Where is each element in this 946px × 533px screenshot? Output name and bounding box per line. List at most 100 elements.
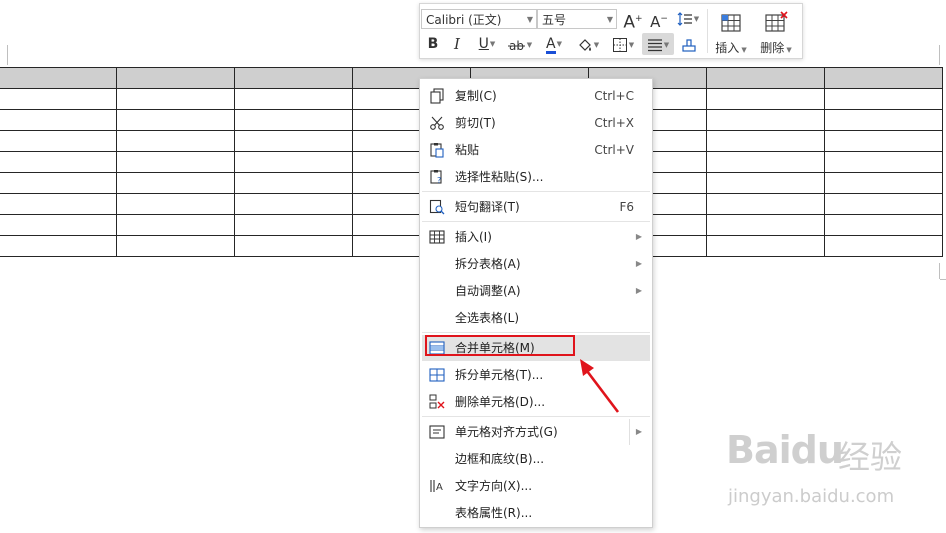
menu-label: 删除单元格(D)... <box>455 395 546 409</box>
menu-item-translate[interactable]: 短句翻译(T) F6 <box>422 194 650 220</box>
table-cell[interactable] <box>116 151 235 173</box>
svg-text:?: ? <box>437 176 441 185</box>
menu-separator <box>422 191 650 192</box>
table-cell[interactable] <box>116 109 235 131</box>
bold-button[interactable]: B <box>424 33 442 55</box>
table-cell[interactable] <box>706 67 825 89</box>
watermark-logo: Baidu <box>726 428 844 472</box>
strikethrough-icon: ab <box>507 39 525 53</box>
menu-item-text-direction[interactable]: A 文字方向(X)... <box>422 473 650 499</box>
table-cell[interactable] <box>0 235 117 257</box>
menu-item-cell-alignment[interactable]: 单元格对齐方式(G) ▶ <box>422 419 650 445</box>
table-cell[interactable] <box>706 235 825 257</box>
underline-button[interactable]: U▼ <box>472 33 502 55</box>
table-cell[interactable] <box>116 172 235 194</box>
table-cell[interactable] <box>706 214 825 236</box>
table-cell[interactable] <box>234 235 353 257</box>
table-insert-icon <box>429 230 445 244</box>
table-cell[interactable] <box>234 109 353 131</box>
font-size-select[interactable]: 五号 ▼ <box>537 9 617 29</box>
table-cell[interactable] <box>706 193 825 215</box>
table-cell[interactable] <box>0 193 117 215</box>
table-cell[interactable] <box>706 109 825 131</box>
menu-label: 拆分表格(A) <box>455 257 521 271</box>
line-spacing-button[interactable]: ▼ <box>673 7 703 29</box>
strikethrough-button[interactable]: ab ▼ <box>505 33 535 55</box>
cut-icon <box>430 116 444 130</box>
menu-item-insert[interactable]: 插入(I) ▶ <box>422 224 650 250</box>
table-cell[interactable] <box>706 151 825 173</box>
delete-button[interactable]: 删除 ▼ <box>757 9 795 55</box>
table-cell[interactable] <box>0 88 117 110</box>
table-cell[interactable] <box>116 193 235 215</box>
menu-item-table-properties[interactable]: 表格属性(R)... <box>422 500 650 526</box>
menu-item-split-table[interactable]: 拆分表格(A) ▶ <box>422 251 650 277</box>
table-cell[interactable] <box>706 130 825 152</box>
table-cell[interactable] <box>706 88 825 110</box>
table-cell[interactable] <box>234 172 353 194</box>
font-color-icon: A <box>546 36 556 54</box>
table-cell[interactable] <box>824 109 943 131</box>
italic-button[interactable]: I <box>448 33 466 55</box>
grow-font-icon: A <box>623 12 636 33</box>
insert-button[interactable]: 插入 ▼ <box>712 9 750 55</box>
shading-button[interactable]: ▼ <box>573 33 603 55</box>
font-size-value: 五号 <box>542 13 567 27</box>
table-cell[interactable] <box>116 130 235 152</box>
menu-label: 边框和底纹(B)... <box>455 452 545 466</box>
table-cell[interactable] <box>116 88 235 110</box>
align-button[interactable]: ▼ <box>642 33 674 55</box>
paint-bucket-icon <box>578 38 591 51</box>
table-cell[interactable] <box>824 151 943 173</box>
italic-icon: I <box>454 35 460 53</box>
menu-item-paste[interactable]: 粘贴 Ctrl+V <box>422 137 650 163</box>
table-cell[interactable] <box>0 172 117 194</box>
chevron-down-icon: ▼ <box>526 15 533 24</box>
table-cell[interactable] <box>824 235 943 257</box>
menu-label: 自动调整(A) <box>455 284 521 298</box>
table-cell[interactable] <box>116 67 235 89</box>
insert-label: 插入 ▼ <box>715 41 747 55</box>
menu-shortcut: Ctrl+V <box>594 143 634 157</box>
table-cell[interactable] <box>824 130 943 152</box>
table-cell[interactable] <box>824 214 943 236</box>
table-cell[interactable] <box>116 235 235 257</box>
cell-fill-button[interactable] <box>678 33 700 55</box>
chevron-down-icon: ▼ <box>606 15 613 24</box>
table-cell[interactable] <box>116 214 235 236</box>
table-cell[interactable] <box>824 193 943 215</box>
menu-item-cut[interactable]: 剪切(T) Ctrl+X <box>422 110 650 136</box>
menu-separator <box>422 221 650 222</box>
table-cell[interactable] <box>824 172 943 194</box>
menu-item-copy[interactable]: 复制(C) Ctrl+C <box>422 83 650 109</box>
submenu-arrow-icon: ▶ <box>635 232 642 241</box>
table-cell[interactable] <box>0 67 117 89</box>
menu-item-select-table[interactable]: 全选表格(L) <box>422 305 650 331</box>
table-cell[interactable] <box>234 214 353 236</box>
menu-item-autofit[interactable]: 自动调整(A) ▶ <box>422 278 650 304</box>
paste-icon <box>430 143 444 158</box>
table-cell[interactable] <box>234 151 353 173</box>
grow-font-button[interactable]: A+ <box>622 8 644 33</box>
table-cell[interactable] <box>234 193 353 215</box>
font-color-button[interactable]: A▼ <box>540 33 568 55</box>
shrink-font-button[interactable]: A− <box>648 8 670 31</box>
font-name-select[interactable]: Calibri (正文) ▼ <box>421 9 537 29</box>
table-cell[interactable] <box>234 88 353 110</box>
table-cell[interactable] <box>234 67 353 89</box>
table-cell[interactable] <box>824 88 943 110</box>
menu-label: 插入(I) <box>455 230 492 244</box>
table-cell[interactable] <box>706 172 825 194</box>
table-cell[interactable] <box>0 130 117 152</box>
table-cell[interactable] <box>0 109 117 131</box>
table-cell[interactable] <box>0 151 117 173</box>
border-button[interactable]: ▼ <box>608 33 638 55</box>
table-cell[interactable] <box>0 214 117 236</box>
table-cell[interactable] <box>234 130 353 152</box>
menu-shortcut: Ctrl+C <box>594 89 634 103</box>
baidu-jingyan-watermark: Baidu 经验 jingyan.baidu.com <box>726 428 936 518</box>
cell-align-icon <box>429 425 445 439</box>
menu-item-borders-shading[interactable]: 边框和底纹(B)... <box>422 446 650 472</box>
table-cell[interactable] <box>824 67 943 89</box>
menu-item-paste-special[interactable]: ? 选择性粘贴(S)... <box>422 164 650 190</box>
